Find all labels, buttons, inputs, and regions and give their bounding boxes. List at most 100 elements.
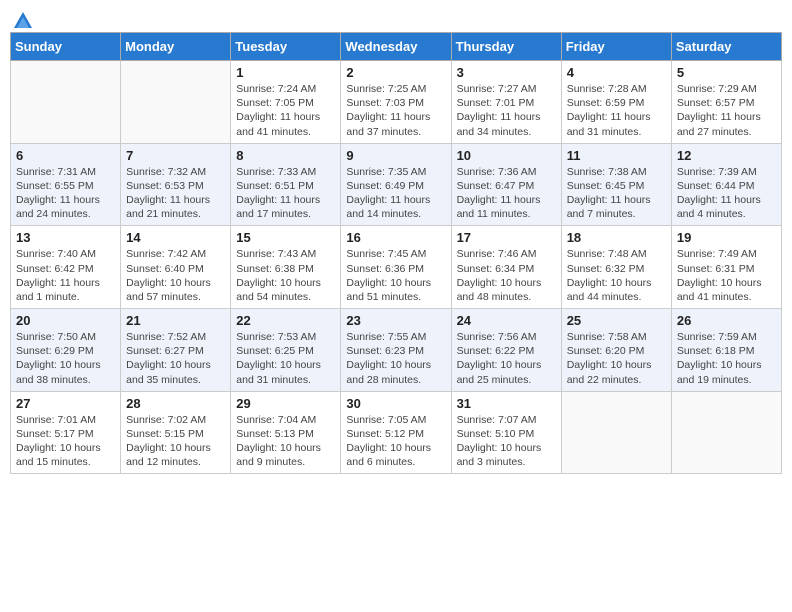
day-number: 17 [457,230,556,245]
day-number: 28 [126,396,225,411]
calendar-day-19: 19 Sunrise: 7:49 AMSunset: 6:31 PMDayligh… [671,226,781,309]
day-info: Sunrise: 7:31 AMSunset: 6:55 PMDaylight:… [16,165,115,222]
day-number: 29 [236,396,335,411]
day-info: Sunrise: 7:52 AMSunset: 6:27 PMDaylight:… [126,330,225,387]
weekday-header-tuesday: Tuesday [231,33,341,61]
day-number: 25 [567,313,666,328]
day-number: 18 [567,230,666,245]
day-number: 24 [457,313,556,328]
calendar-day-22: 22 Sunrise: 7:53 AMSunset: 6:25 PMDayligh… [231,309,341,392]
day-number: 21 [126,313,225,328]
calendar-day-12: 12 Sunrise: 7:39 AMSunset: 6:44 PMDayligh… [671,143,781,226]
calendar-day-16: 16 Sunrise: 7:45 AMSunset: 6:36 PMDayligh… [341,226,451,309]
day-number: 7 [126,148,225,163]
calendar-empty-cell [561,391,671,474]
calendar-week-row: 27 Sunrise: 7:01 AMSunset: 5:17 PMDayligh… [11,391,782,474]
day-number: 4 [567,65,666,80]
calendar-day-3: 3 Sunrise: 7:27 AMSunset: 7:01 PMDaylight… [451,61,561,144]
day-number: 2 [346,65,445,80]
calendar-day-7: 7 Sunrise: 7:32 AMSunset: 6:53 PMDaylight… [121,143,231,226]
calendar-day-27: 27 Sunrise: 7:01 AMSunset: 5:17 PMDayligh… [11,391,121,474]
day-info: Sunrise: 7:46 AMSunset: 6:34 PMDaylight:… [457,247,556,304]
day-number: 27 [16,396,115,411]
day-info: Sunrise: 7:27 AMSunset: 7:01 PMDaylight:… [457,82,556,139]
day-number: 13 [16,230,115,245]
calendar-day-4: 4 Sunrise: 7:28 AMSunset: 6:59 PMDaylight… [561,61,671,144]
calendar-day-30: 30Sunrise: 7:05 AMSunset: 5:12 PMDayligh… [341,391,451,474]
day-info: Sunrise: 7:42 AMSunset: 6:40 PMDaylight:… [126,247,225,304]
logo-icon [12,10,34,32]
day-info: Sunrise: 7:07 AMSunset: 5:10 PMDaylight:… [457,413,556,470]
day-info: Sunrise: 7:53 AMSunset: 6:25 PMDaylight:… [236,330,335,387]
calendar-day-1: 1 Sunrise: 7:24 AMSunset: 7:05 PMDaylight… [231,61,341,144]
calendar-day-29: 29 Sunrise: 7:04 AMSunset: 5:13 PMDayligh… [231,391,341,474]
calendar-empty-cell [121,61,231,144]
day-info: Sunrise: 7:59 AMSunset: 6:18 PMDaylight:… [677,330,776,387]
day-info: Sunrise: 7:04 AMSunset: 5:13 PMDaylight:… [236,413,335,470]
calendar-empty-cell [671,391,781,474]
day-info: Sunrise: 7:33 AMSunset: 6:51 PMDaylight:… [236,165,335,222]
day-info: Sunrise: 7:36 AMSunset: 6:47 PMDaylight:… [457,165,556,222]
day-info: Sunrise: 7:45 AMSunset: 6:36 PMDaylight:… [346,247,445,304]
calendar-day-11: 11 Sunrise: 7:38 AMSunset: 6:45 PMDayligh… [561,143,671,226]
day-info: Sunrise: 7:01 AMSunset: 5:17 PMDaylight:… [16,413,115,470]
calendar-day-10: 10 Sunrise: 7:36 AMSunset: 6:47 PMDayligh… [451,143,561,226]
day-number: 11 [567,148,666,163]
day-number: 23 [346,313,445,328]
day-info: Sunrise: 7:05 AMSunset: 5:12 PMDaylight:… [346,413,445,470]
day-info: Sunrise: 7:48 AMSunset: 6:32 PMDaylight:… [567,247,666,304]
day-number: 16 [346,230,445,245]
calendar-day-23: 23 Sunrise: 7:55 AMSunset: 6:23 PMDayligh… [341,309,451,392]
calendar-day-20: 20Sunrise: 7:50 AMSunset: 6:29 PMDayligh… [11,309,121,392]
day-number: 9 [346,148,445,163]
calendar-day-28: 28 Sunrise: 7:02 AMSunset: 5:15 PMDayligh… [121,391,231,474]
logo [10,10,34,26]
day-info: Sunrise: 7:50 AMSunset: 6:29 PMDaylight:… [16,330,115,387]
day-info: Sunrise: 7:58 AMSunset: 6:20 PMDaylight:… [567,330,666,387]
day-number: 5 [677,65,776,80]
day-info: Sunrise: 7:39 AMSunset: 6:44 PMDaylight:… [677,165,776,222]
day-info: Sunrise: 7:55 AMSunset: 6:23 PMDaylight:… [346,330,445,387]
day-number: 14 [126,230,225,245]
calendar-empty-cell [11,61,121,144]
day-number: 12 [677,148,776,163]
calendar-day-31: 31 Sunrise: 7:07 AMSunset: 5:10 PMDayligh… [451,391,561,474]
day-info: Sunrise: 7:32 AMSunset: 6:53 PMDaylight:… [126,165,225,222]
calendar-day-21: 21 Sunrise: 7:52 AMSunset: 6:27 PMDayligh… [121,309,231,392]
day-info: Sunrise: 7:28 AMSunset: 6:59 PMDaylight:… [567,82,666,139]
calendar-day-15: 15Sunrise: 7:43 AMSunset: 6:38 PMDayligh… [231,226,341,309]
day-number: 8 [236,148,335,163]
calendar-day-2: 2 Sunrise: 7:25 AMSunset: 7:03 PMDaylight… [341,61,451,144]
day-info: Sunrise: 7:25 AMSunset: 7:03 PMDaylight:… [346,82,445,139]
day-info: Sunrise: 7:29 AMSunset: 6:57 PMDaylight:… [677,82,776,139]
calendar-day-13: 13Sunrise: 7:40 AMSunset: 6:42 PMDayligh… [11,226,121,309]
day-number: 1 [236,65,335,80]
weekday-header-friday: Friday [561,33,671,61]
day-number: 10 [457,148,556,163]
calendar-day-5: 5 Sunrise: 7:29 AMSunset: 6:57 PMDaylight… [671,61,781,144]
day-info: Sunrise: 7:49 AMSunset: 6:31 PMDaylight:… [677,247,776,304]
day-number: 3 [457,65,556,80]
calendar-day-25: 25 Sunrise: 7:58 AMSunset: 6:20 PMDayligh… [561,309,671,392]
calendar-day-17: 17 Sunrise: 7:46 AMSunset: 6:34 PMDayligh… [451,226,561,309]
day-info: Sunrise: 7:38 AMSunset: 6:45 PMDaylight:… [567,165,666,222]
day-number: 22 [236,313,335,328]
day-number: 31 [457,396,556,411]
day-number: 26 [677,313,776,328]
day-number: 19 [677,230,776,245]
calendar-day-24: 24 Sunrise: 7:56 AMSunset: 6:22 PMDayligh… [451,309,561,392]
weekday-header-sunday: Sunday [11,33,121,61]
weekday-header-thursday: Thursday [451,33,561,61]
day-info: Sunrise: 7:24 AMSunset: 7:05 PMDaylight:… [236,82,335,139]
weekday-header-saturday: Saturday [671,33,781,61]
calendar-table: SundayMondayTuesdayWednesdayThursdayFrid… [10,32,782,474]
day-info: Sunrise: 7:35 AMSunset: 6:49 PMDaylight:… [346,165,445,222]
calendar-day-6: 6Sunrise: 7:31 AMSunset: 6:55 PMDaylight… [11,143,121,226]
calendar-week-row: 13Sunrise: 7:40 AMSunset: 6:42 PMDayligh… [11,226,782,309]
weekday-header-monday: Monday [121,33,231,61]
day-info: Sunrise: 7:56 AMSunset: 6:22 PMDaylight:… [457,330,556,387]
calendar-day-8: 8 Sunrise: 7:33 AMSunset: 6:51 PMDaylight… [231,143,341,226]
calendar-week-row: 6Sunrise: 7:31 AMSunset: 6:55 PMDaylight… [11,143,782,226]
day-info: Sunrise: 7:02 AMSunset: 5:15 PMDaylight:… [126,413,225,470]
day-info: Sunrise: 7:43 AMSunset: 6:38 PMDaylight:… [236,247,335,304]
